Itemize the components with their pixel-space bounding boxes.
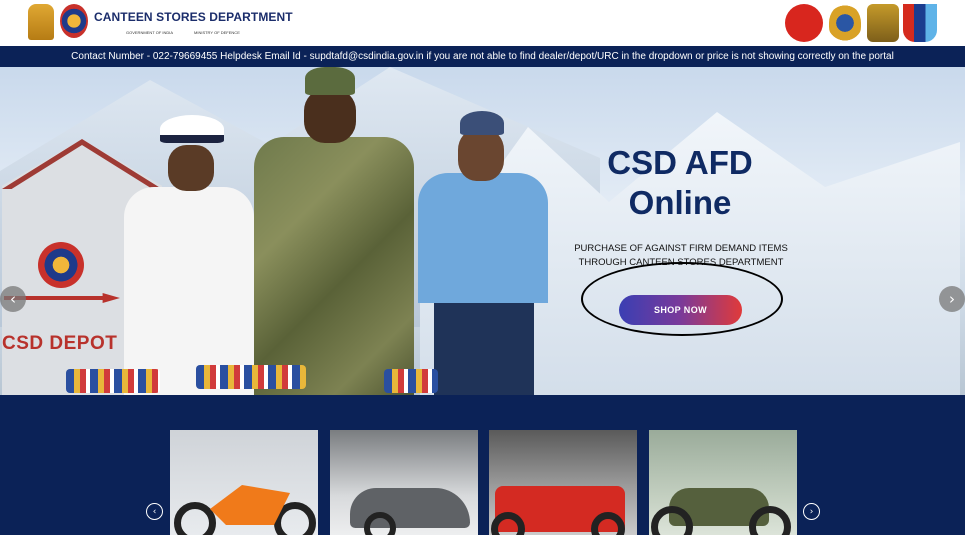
air-force-logo-icon [829,4,861,42]
brand-subtitle-government: GOVERNMENT OF INDIA [126,30,174,35]
csd-logo-icon[interactable] [60,4,88,38]
contact-info-bar: Contact Number - 022-79669455 Helpdesk E… [0,46,965,67]
navy-officer-figure [118,115,258,395]
hero-carousel: CSD DEPOT CSD AFD Online PURCHASE OF AGA… [0,67,965,395]
joint-services-flag-icon [903,4,937,42]
services-logos [785,2,937,44]
grocery-basket [384,369,438,393]
product-card-motorcycle[interactable] [170,430,318,535]
product-prev-button[interactable]: ‹ [146,503,163,520]
hero-title-line2: Online [628,184,732,221]
hero-title: CSD AFD Online [566,143,794,223]
product-card-motorcycle-classic[interactable] [649,430,797,535]
grocery-basket [66,369,160,393]
national-emblem-icon [28,4,54,40]
product-next-button[interactable]: › [803,503,820,520]
site-header: CANTEEN STORES DEPARTMENT GOVERNMENT OF … [0,0,965,46]
grocery-basket [196,365,306,389]
navy-logo-icon [867,4,899,42]
army-soldier-figure [250,67,420,395]
air-force-airman-figure [414,111,554,395]
product-card-car[interactable] [330,430,478,535]
brand-subtitle-ministry: MINISTRY OF DEFENCE [194,30,240,35]
shop-now-button[interactable]: SHOP NOW [619,295,742,325]
carousel-next-button[interactable]: › [939,286,965,312]
depot-badge-icon [38,242,84,288]
product-carousel: ‹ › [0,395,965,535]
carousel-prev-button[interactable]: ‹ [0,286,26,312]
brand-title[interactable]: CANTEEN STORES DEPARTMENT [94,10,293,24]
hero-title-line1: CSD AFD [607,144,753,181]
product-card-jeep[interactable] [489,430,637,535]
army-logo-icon [785,4,823,42]
hero-subtitle: PURCHASE OF AGAINST FIRM DEMAND ITEMS TH… [574,243,788,268]
depot-sign: CSD DEPOT [2,333,118,354]
